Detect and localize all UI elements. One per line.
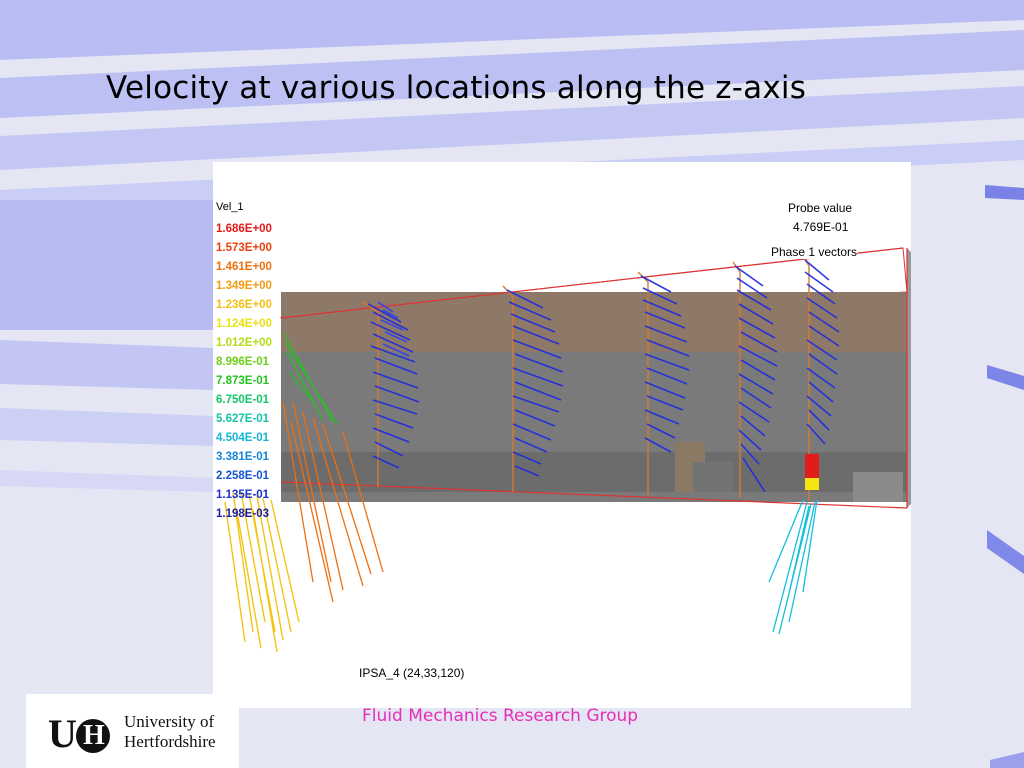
logo-letter-u: U: [48, 711, 77, 756]
velocity-legend: 1.686E+00 1.573E+00 1.461E+00 1.349E+00 1.23…: [216, 220, 272, 524]
legend-entry: 8.996E-01: [216, 356, 270, 368]
probe-marker-red: [805, 454, 819, 478]
logo-text-line1: University of: [124, 712, 215, 731]
phase-vectors-label: Phase 1 vectors: [771, 245, 858, 259]
legend-title: Vel_1: [216, 201, 244, 213]
legend-entry: 2.258E-01: [216, 470, 270, 482]
slide-title: Velocity at various locations along the …: [106, 70, 807, 106]
probe-marker-yellow: [805, 478, 819, 490]
cfd-scene: [224, 247, 911, 653]
legend-entry: 1.349E+00: [216, 280, 272, 292]
legend-entry: 1.236E+00: [216, 299, 272, 311]
legend-entry: 3.381E-01: [216, 451, 270, 463]
step-block: [853, 472, 903, 502]
footer-text: Fluid Mechanics Research Group: [362, 706, 639, 726]
legend-entry: 1.573E+00: [216, 242, 272, 254]
vector-jet-cyan: [768, 499, 818, 635]
grid-label: IPSA_4 (24,33,120): [359, 666, 465, 680]
probe-value: 4.769E-01: [793, 220, 849, 234]
university-logo: UH University of Hertfordshire: [26, 694, 239, 768]
legend-entry: 1.135E-01: [216, 489, 270, 501]
legend-entry: 1.124E+00: [216, 318, 272, 330]
logo-text-line2: Hertfordshire: [124, 732, 216, 751]
duct-back-wall: [281, 292, 907, 352]
uh-mark: UH: [48, 710, 110, 757]
legend-entry: 1.012E+00: [216, 337, 272, 349]
legend-entry: 1.198E-03: [216, 508, 270, 520]
logo-letter-h: H: [75, 719, 110, 753]
probe-label: Probe value: [788, 201, 853, 215]
legend-entry: 1.686E+00: [216, 223, 272, 235]
legend-entry: 4.504E-01: [216, 432, 270, 444]
legend-entry: 1.461E+00: [216, 261, 272, 273]
legend-entry: 5.627E-01: [216, 413, 270, 425]
step-block: [693, 462, 733, 492]
legend-entry: 6.750E-01: [216, 394, 270, 406]
legend-entry: 7.873E-01: [216, 375, 270, 387]
cfd-velocity-figure: Vel_1 1.686E+00 1.573E+00 1.461E+00 1.349E+…: [213, 162, 911, 708]
